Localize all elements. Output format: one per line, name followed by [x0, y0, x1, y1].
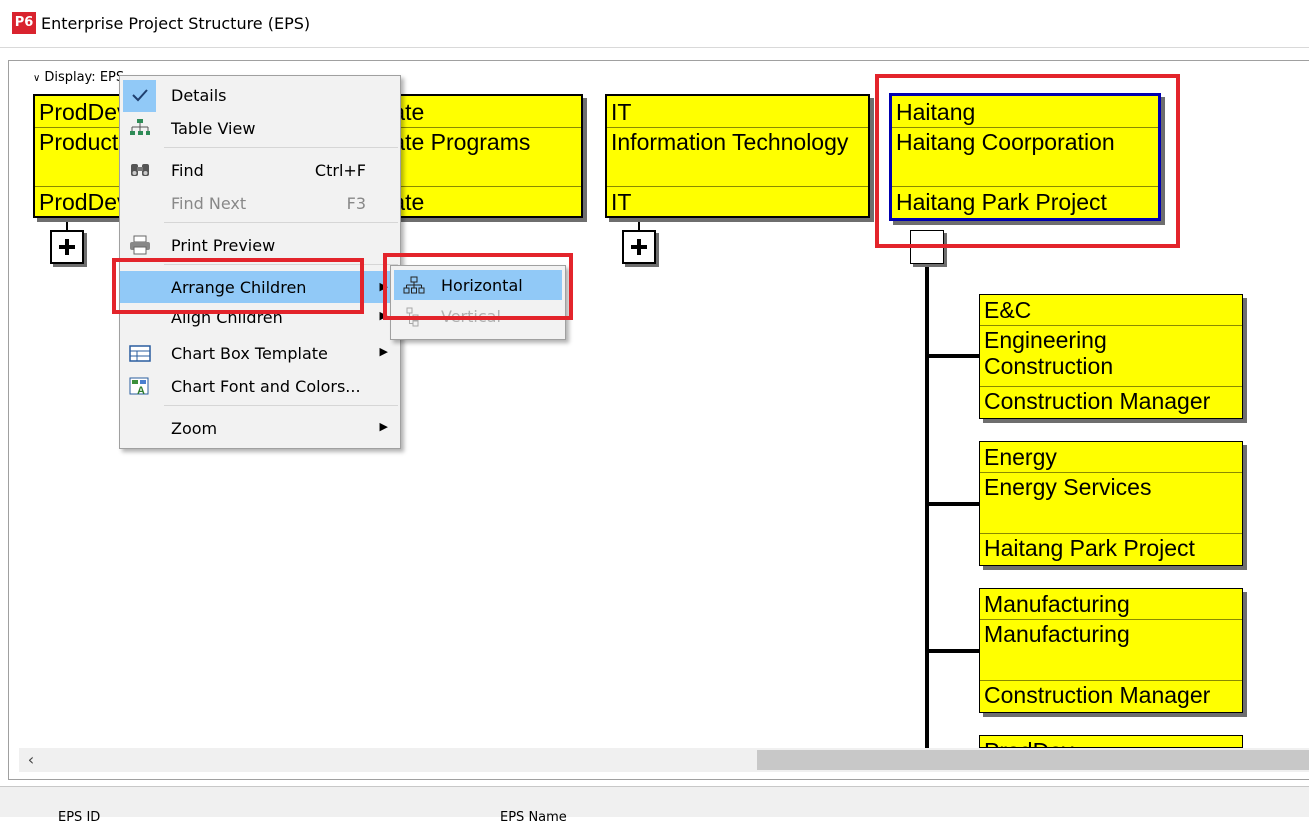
eps-box-name: Manufacturing [984, 621, 1130, 647]
eps-name-label: EPS Name [500, 810, 567, 825]
details-panel [0, 786, 1309, 817]
submenu-arrow-icon: ▶ [379, 345, 388, 358]
menu-item-find-next[interactable]: Find Next F3 [120, 188, 402, 218]
menu-item-find[interactable]: Find Ctrl+F [120, 155, 402, 185]
eps-box-id: ProdDev [980, 738, 1242, 747]
eps-box-manager: Construction Manager [984, 682, 1211, 708]
eps-box-manager: IT [611, 189, 632, 215]
title-bar: P6 Enterprise Project Structure (EPS) [0, 0, 1309, 48]
eps-box-name: Energy Services [984, 474, 1152, 500]
printer-icon [129, 235, 151, 255]
connector-line [927, 502, 981, 506]
eps-box-manager: Construction Manager [984, 388, 1211, 414]
scroll-left-arrow-icon[interactable]: ‹ [19, 748, 43, 772]
menu-item-print-preview[interactable]: Print Preview [120, 230, 402, 260]
eps-box-ec[interactable]: E&C Engineering Construction Constructio… [979, 294, 1243, 419]
eps-box-it[interactable]: IT Information Technology IT [605, 94, 870, 218]
eps-box-manager: Haitang Park Project [984, 535, 1195, 561]
checkmark-icon [129, 85, 151, 105]
eps-box-id: IT [611, 99, 632, 125]
box-divider [980, 472, 1242, 473]
plus-icon-bar [637, 239, 641, 255]
eps-id-label: EPS ID [58, 810, 101, 825]
menu-separator [164, 147, 398, 148]
eps-box-id: E&C [984, 297, 1032, 323]
scrollbar-thumb[interactable] [757, 750, 1309, 770]
connector-line [927, 354, 981, 358]
connector-line [927, 649, 981, 653]
table-icon [129, 343, 151, 363]
eps-box-name: Information Technology [611, 129, 849, 155]
menu-separator [164, 222, 398, 223]
annotation-box-haitang [875, 74, 1180, 248]
menu-item-chart-font-colors[interactable]: A Chart Font and Colors... [120, 371, 402, 401]
eps-box-name: Engineering Construction [984, 327, 1114, 379]
binoculars-icon [129, 160, 151, 180]
eps-box-manufacturing[interactable]: Manufacturing Manufacturing Construction… [979, 588, 1243, 713]
box-divider [980, 325, 1242, 326]
plus-icon-bar [65, 239, 69, 255]
menu-item-zoom[interactable]: Zoom ▶ [120, 413, 402, 443]
eps-box-id: Manufacturing [984, 591, 1130, 617]
menu-item-chart-box-template[interactable]: Chart Box Template ▶ [120, 338, 402, 368]
display-selector[interactable]: ∨ Display: EPS [33, 70, 124, 85]
menu-separator [164, 405, 398, 406]
menu-item-table-view[interactable]: Table View [120, 113, 402, 143]
box-divider [980, 386, 1242, 387]
box-divider [980, 680, 1242, 681]
menu-item-details[interactable]: Details [120, 80, 402, 110]
p6-logo-icon: P6 [12, 12, 36, 34]
svg-text:A: A [137, 385, 145, 396]
font-colors-icon: A [129, 376, 151, 397]
annotation-box-horizontal [383, 253, 573, 320]
chevron-down-icon: ∨ [33, 73, 41, 84]
eps-box-energy[interactable]: Energy Energy Services Haitang Park Proj… [979, 441, 1243, 566]
submenu-arrow-icon: ▶ [379, 420, 388, 433]
box-divider [980, 619, 1242, 620]
expand-toggle-it[interactable] [622, 230, 656, 264]
eps-box-id: Energy [984, 444, 1057, 470]
org-chart-icon [129, 118, 151, 138]
window-title: Enterprise Project Structure (EPS) [41, 14, 311, 33]
box-divider [980, 533, 1242, 534]
expand-toggle-proddev[interactable] [50, 230, 84, 264]
eps-box-proddev-child[interactable]: ProdDev [979, 735, 1243, 748]
box-divider [607, 186, 868, 187]
annotation-box-arrange-children [112, 258, 364, 314]
